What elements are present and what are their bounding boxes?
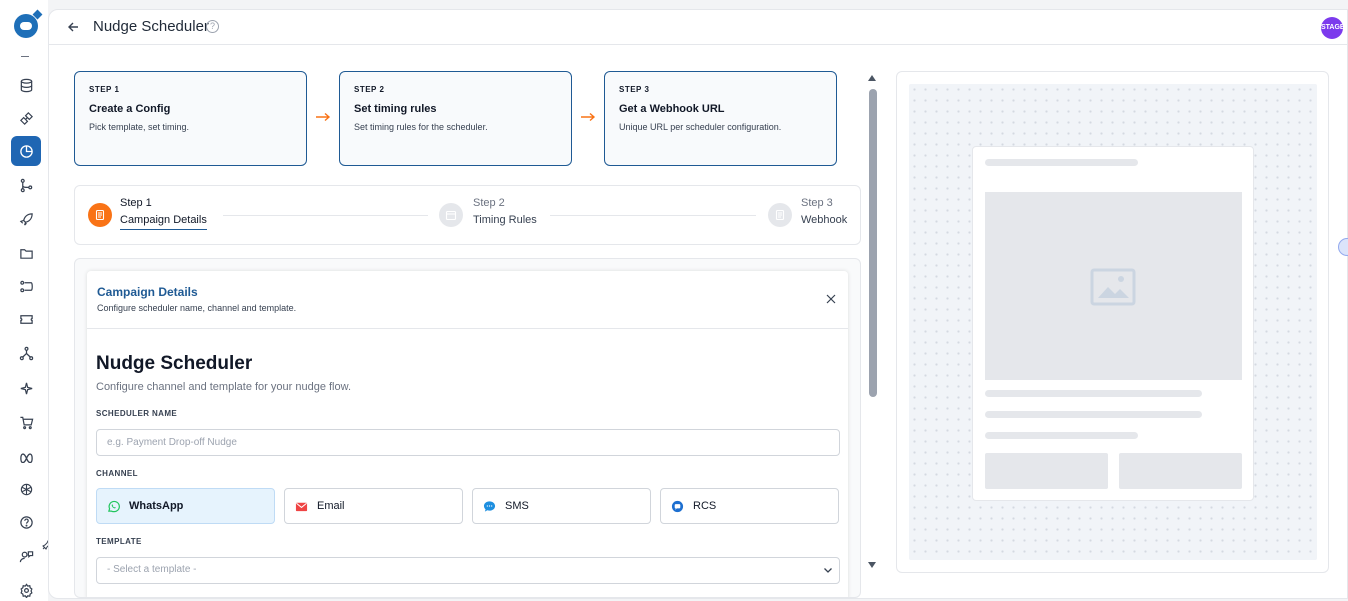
- step-card-title: Set timing rules: [354, 103, 437, 115]
- stepper-step-3-number[interactable]: Step 3: [801, 197, 833, 209]
- workflow-icon[interactable]: [11, 271, 41, 301]
- whatsapp-icon: [108, 500, 120, 512]
- skeleton-line: [985, 432, 1138, 439]
- chevron-down-icon: [824, 568, 832, 573]
- avatar[interactable]: STAGE: [1321, 17, 1343, 39]
- calendar-icon: [439, 203, 463, 227]
- stepper-step-1-label[interactable]: Campaign Details: [120, 214, 207, 230]
- sidebar: [0, 0, 52, 601]
- sparkle-icon[interactable]: [11, 373, 41, 403]
- support-icon[interactable]: [11, 541, 41, 571]
- arrow-right-icon: [581, 112, 596, 122]
- close-icon[interactable]: [826, 294, 836, 304]
- stepper-connector: [223, 215, 428, 216]
- scrollbar-thumb[interactable]: [869, 89, 877, 397]
- template-select-value: - Select a template -: [107, 564, 197, 575]
- database-icon[interactable]: [11, 70, 41, 100]
- step-card-desc: Set timing rules for the scheduler.: [354, 122, 488, 132]
- stepper-step-3-label[interactable]: Webhook: [801, 214, 847, 226]
- step-card-1: STEP 1 Create a Config Pick template, se…: [74, 71, 307, 166]
- page-title: Nudge Scheduler: [93, 18, 209, 35]
- message-preview: [896, 71, 1329, 573]
- step-card-title: Create a Config: [89, 103, 171, 115]
- step-card-2: STEP 2 Set timing rules Set timing rules…: [339, 71, 572, 166]
- stepper-step-2-label[interactable]: Timing Rules: [473, 214, 537, 226]
- meta-icon[interactable]: [11, 440, 41, 470]
- stepper-connector: [550, 215, 756, 216]
- cart-icon[interactable]: [11, 407, 41, 437]
- channel-label: CHANNEL: [96, 469, 138, 478]
- preview-mock-card: [972, 146, 1254, 501]
- skeleton-line: [985, 390, 1202, 397]
- skeleton-button: [1119, 453, 1242, 489]
- channel-name: RCS: [693, 500, 717, 512]
- scroll-down-icon[interactable]: [867, 561, 877, 569]
- back-arrow-icon[interactable]: [66, 20, 80, 34]
- channel-option-rcs[interactable]: RCS: [660, 488, 839, 524]
- arrow-right-icon: [316, 112, 331, 122]
- network-icon[interactable]: [11, 338, 41, 368]
- stepper-step-2-number[interactable]: Step 2: [473, 197, 505, 209]
- help-circle-icon[interactable]: ?: [206, 20, 219, 33]
- main-panel: Nudge Scheduler ? STAGE STEP 1 Create a …: [48, 9, 1348, 599]
- channel-name: WhatsApp: [129, 500, 184, 512]
- integrations-icon[interactable]: [11, 103, 41, 133]
- preview-canvas: [909, 84, 1317, 560]
- folder-icon[interactable]: [11, 238, 41, 268]
- image-placeholder: [985, 192, 1242, 380]
- campaign-details-panel: Campaign Details Configure scheduler nam…: [87, 271, 848, 597]
- step-card-title: Get a Webhook URL: [619, 103, 725, 115]
- template-label: TEMPLATE: [96, 537, 142, 546]
- flow-icon[interactable]: [11, 170, 41, 200]
- step-card-kicker: STEP 1: [89, 85, 120, 94]
- ticket-icon[interactable]: [11, 304, 41, 334]
- panel-title: Campaign Details: [97, 285, 198, 299]
- form-container: Campaign Details Configure scheduler nam…: [74, 258, 861, 598]
- panel-header: Campaign Details Configure scheduler nam…: [87, 271, 848, 329]
- sidebar-divider: [21, 56, 29, 57]
- channel-option-sms[interactable]: SMS: [472, 488, 651, 524]
- help-icon[interactable]: [11, 507, 41, 537]
- scroll-up-icon[interactable]: [867, 74, 877, 82]
- form-title: Nudge Scheduler: [96, 353, 253, 374]
- skeleton-line: [985, 411, 1202, 418]
- channel-name: Email: [317, 500, 345, 512]
- email-icon: [295, 502, 308, 511]
- template-select[interactable]: - Select a template -: [96, 557, 840, 584]
- step-card-3: STEP 3 Get a Webhook URL Unique URL per …: [604, 71, 837, 166]
- panel-subtitle: Configure scheduler name, channel and te…: [97, 303, 297, 313]
- skeleton-line: [985, 159, 1138, 166]
- scheduler-name-label: SCHEDULER NAME: [96, 409, 178, 418]
- rocket-icon[interactable]: [11, 204, 41, 234]
- analytics-icon[interactable]: [11, 136, 41, 166]
- channel-option-email[interactable]: Email: [284, 488, 463, 524]
- stepper-step-1-number[interactable]: Step 1: [120, 197, 152, 209]
- top-bar: Nudge Scheduler ? STAGE: [49, 10, 1347, 45]
- channel-option-whatsapp[interactable]: WhatsApp: [96, 488, 275, 524]
- channel-name: SMS: [505, 500, 529, 512]
- progress-stepper: Step 1 Campaign Details Step 2 Timing Ru…: [74, 185, 861, 245]
- scheduler-name-input[interactable]: [96, 429, 840, 456]
- step-card-desc: Unique URL per scheduler configuration.: [619, 122, 782, 132]
- step-card-kicker: STEP 3: [619, 85, 650, 94]
- skeleton-button: [985, 453, 1108, 489]
- openai-icon[interactable]: [11, 474, 41, 504]
- sms-icon: [483, 500, 496, 512]
- document-icon: [88, 203, 112, 227]
- image-icon: [1090, 268, 1136, 306]
- form-subtitle: Configure channel and template for your …: [96, 381, 351, 393]
- settings-icon[interactable]: [11, 575, 41, 601]
- step-card-desc: Pick template, set timing.: [89, 122, 190, 132]
- rcs-icon: [671, 500, 684, 512]
- app-logo[interactable]: [14, 9, 43, 38]
- webhook-doc-icon: [768, 203, 792, 227]
- step-card-kicker: STEP 2: [354, 85, 385, 94]
